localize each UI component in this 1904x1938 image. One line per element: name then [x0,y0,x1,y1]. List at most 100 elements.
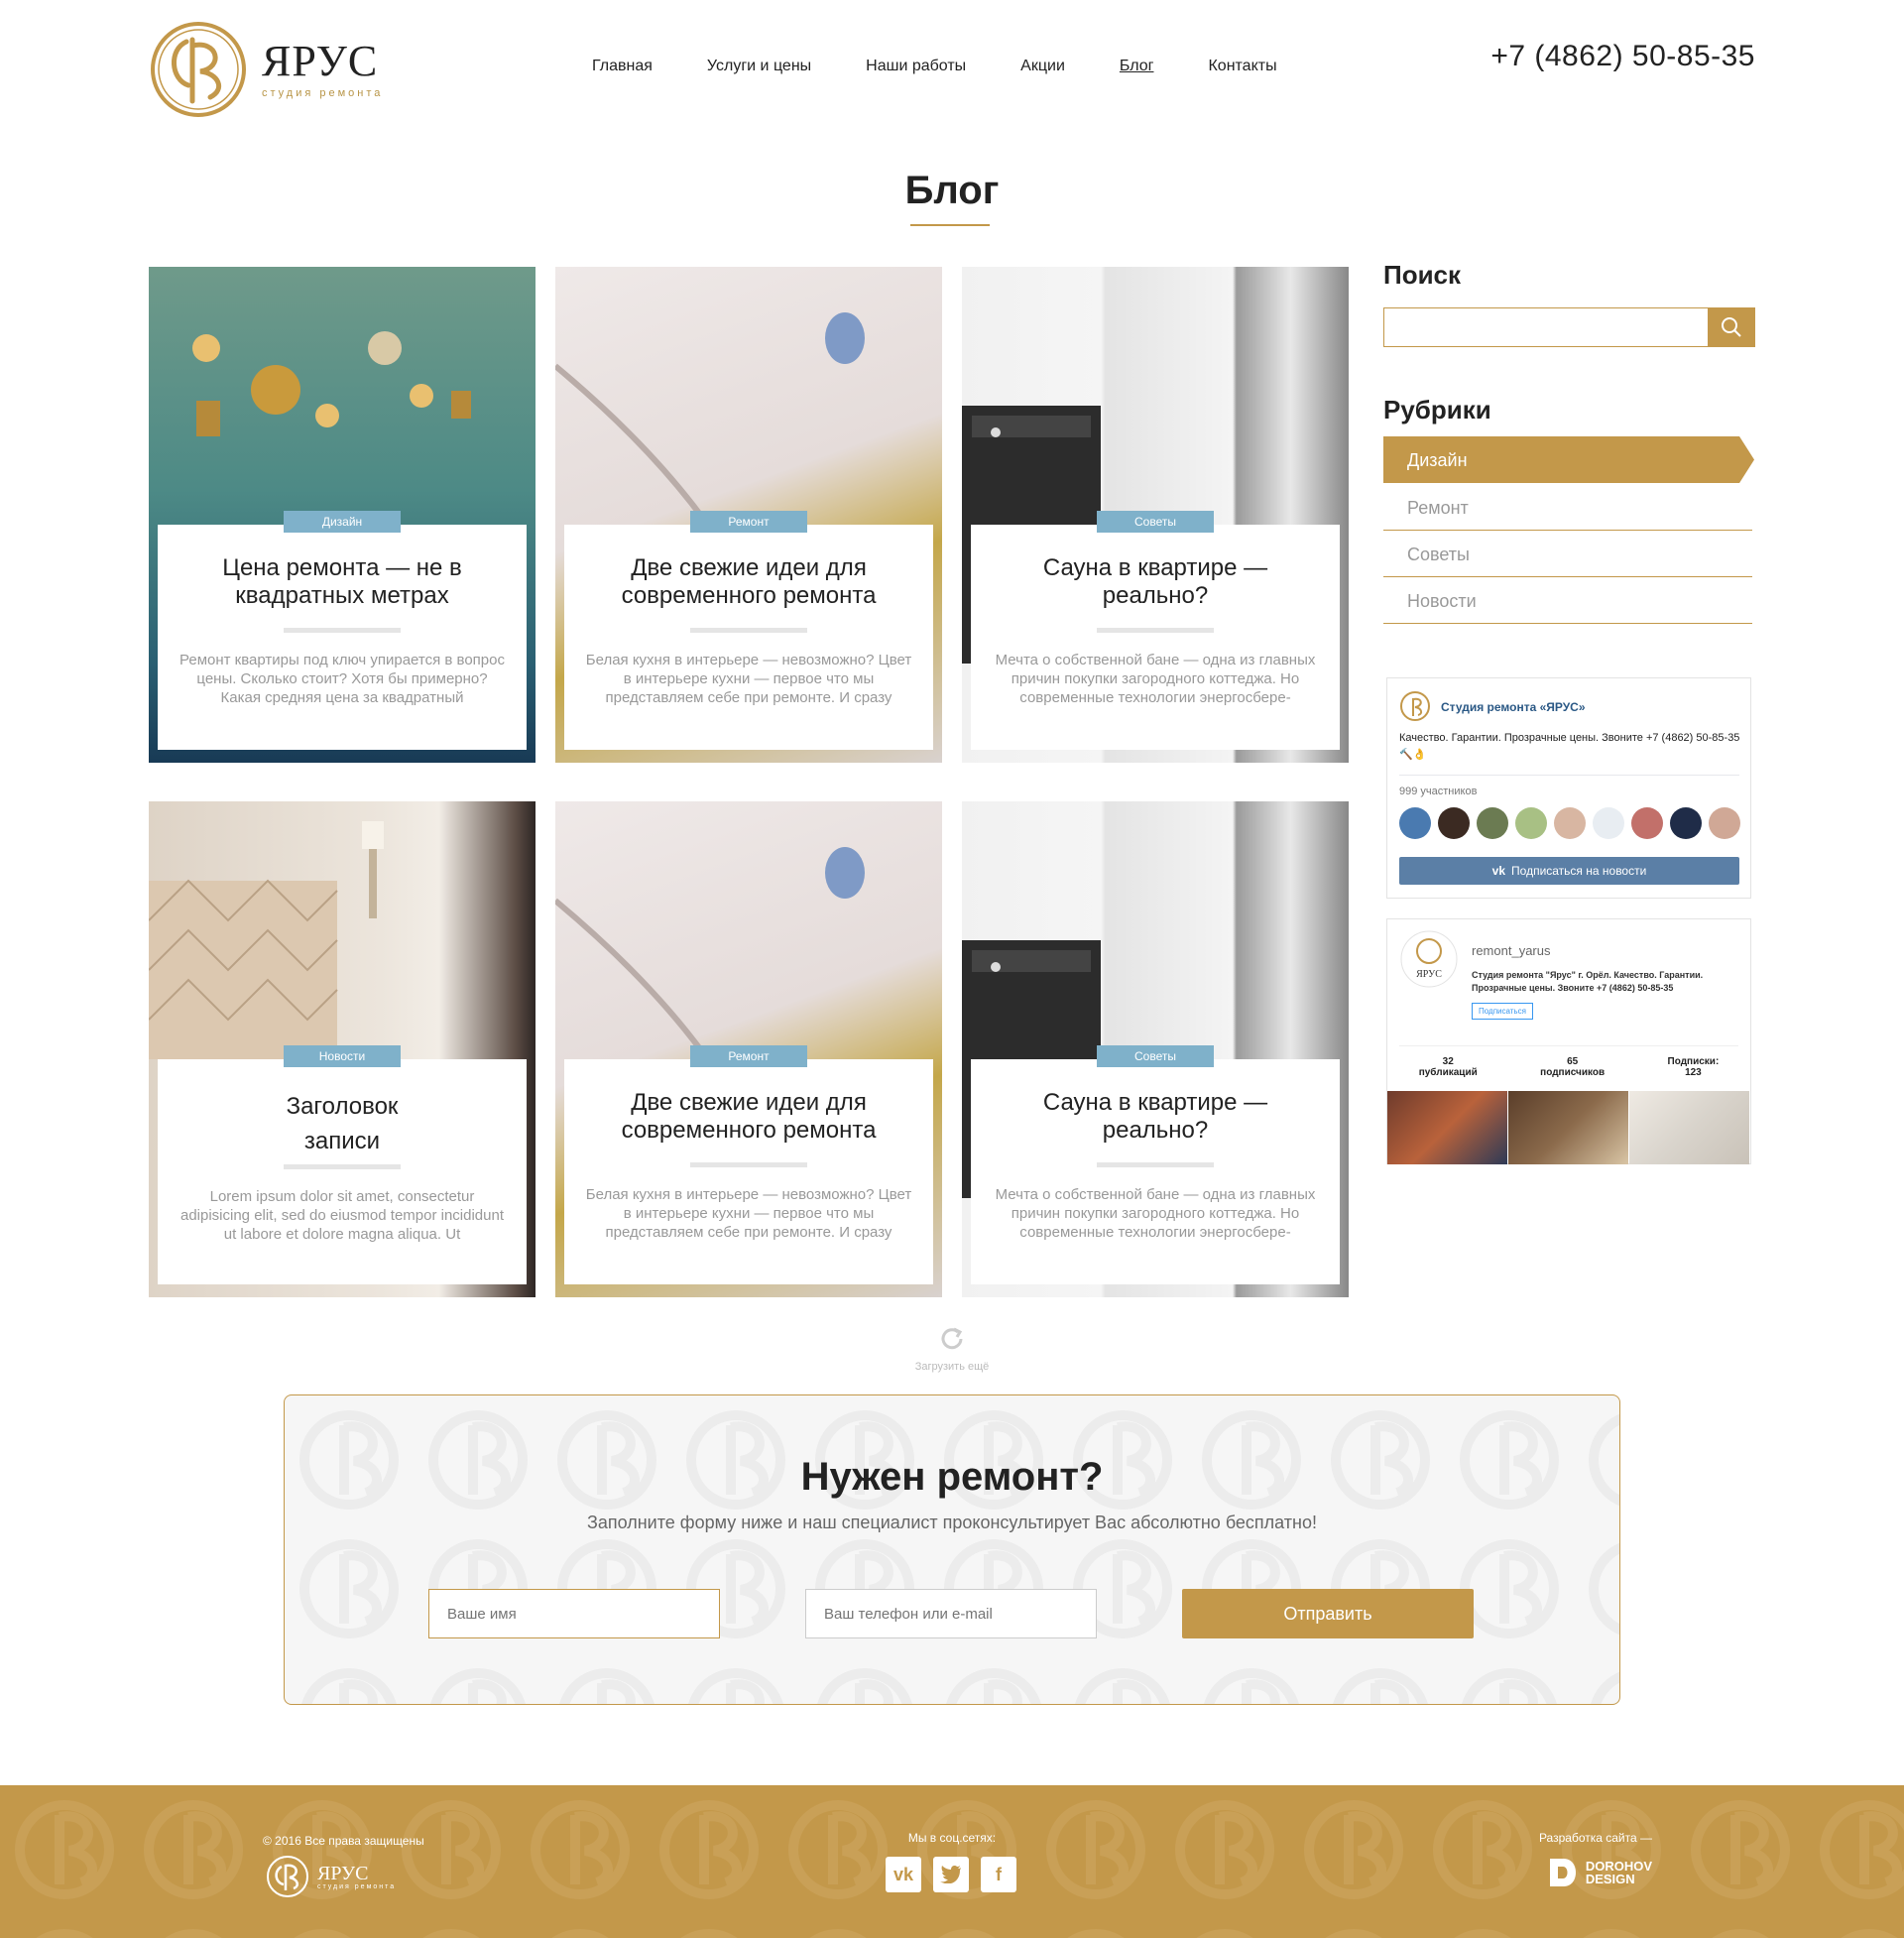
card-body: Советы Сауна в квартире — реально? Мечта… [971,1045,1340,1284]
instagram-photo[interactable] [1508,1091,1628,1164]
avatar[interactable] [1399,807,1431,839]
refresh-icon [941,1327,963,1350]
vk-member-count: 999 участников [1399,786,1478,797]
instagram-photo[interactable] [1629,1091,1749,1164]
ig-stat-following: Подписки: 123 [1667,1056,1720,1078]
card-tag[interactable]: Дизайн [284,511,401,533]
blog-card[interactable]: Ремонт Две свежие идеи для современного … [555,267,942,763]
main-nav: Главная Услуги и цены Наши работы Акции … [592,58,1332,75]
card-title[interactable]: Цена ремонта — не в квадратных метрах [158,554,527,610]
card-excerpt: Белая кухня в интерьере — невозможно? Цв… [585,652,912,706]
card-tag[interactable]: Ремонт [690,511,807,533]
search-button[interactable] [1708,307,1755,347]
vk-subscribe-button[interactable]: vk Подписаться на новости [1399,857,1739,885]
vk-icon[interactable]: vk [886,1857,921,1892]
nav-services[interactable]: Услуги и цены [707,58,811,75]
twitter-icon[interactable] [933,1857,969,1892]
instagram-username[interactable]: remont_yarus [1472,943,1550,958]
community-avatar [1400,691,1430,721]
avatar[interactable] [1593,807,1624,839]
blog-card[interactable]: Дизайн Цена ремонта — не в квадратных ме… [149,267,536,763]
rubric-design[interactable]: Дизайн [1383,436,1754,483]
avatar[interactable] [1709,807,1740,839]
vk-community-title[interactable]: Студия ремонта «ЯРУС» [1441,700,1586,714]
submit-button[interactable]: Отправить [1182,1589,1474,1638]
blog-card[interactable]: Советы Сауна в квартире — реально? Мечта… [962,267,1349,763]
instagram-follow-button[interactable]: Подписаться [1472,1003,1533,1020]
nav-works[interactable]: Наши работы [866,58,966,75]
avatar[interactable] [1477,807,1508,839]
card-title[interactable]: Сауна в квартире — реально? [971,1089,1340,1145]
ig-stat-posts: 32 публикаций [1418,1056,1478,1078]
card-excerpt: Мечта о собственной бане — одна из главн… [995,652,1316,706]
vk-divider [1399,775,1739,776]
search-input[interactable] [1383,307,1709,347]
vk-widget: Студия ремонта «ЯРУС» Качество. Гарантии… [1386,677,1751,899]
instagram-bio: Студия ремонта "Ярус" г. Орёл. Качество.… [1472,970,1704,993]
request-form: Нужен ремонт? Заполните форму ниже и наш… [284,1394,1620,1705]
footer-logo-subtitle: студия ремонта [317,1882,397,1890]
header-phone[interactable]: +7 (4862) 50-85-35 [1490,40,1755,73]
nav-blog[interactable]: Блог [1120,58,1154,75]
load-more-label: Загрузить ещё [914,1361,990,1373]
card-divider [1097,1162,1214,1167]
card-body: Новости Заголовок записи Lorem ipsum dol… [158,1045,527,1284]
instagram-profile-avatar: ЯРУС [1400,930,1458,988]
card-title[interactable]: Заголовок записи [158,1089,527,1158]
avatar[interactable] [1438,807,1470,839]
search-heading: Поиск [1383,260,1462,290]
search-icon [1722,317,1741,337]
avatar[interactable] [1554,807,1586,839]
avatar[interactable] [1515,807,1547,839]
rubric-news[interactable]: Новости [1383,577,1752,624]
page-title: Блог [904,169,1000,212]
logo-name: ЯРУС [262,37,379,85]
nav-promo[interactable]: Акции [1020,58,1065,75]
blog-card[interactable]: Ремонт Две свежие идеи для современного … [555,801,942,1297]
avatar[interactable] [1631,807,1663,839]
instagram-photos [1387,1091,1750,1164]
card-divider [284,1164,401,1169]
vk-member-avatars [1399,807,1747,839]
blog-card[interactable]: Новости Заголовок записи Lorem ipsum dol… [149,801,536,1297]
vk-subscribe-label: Подписаться на новости [1511,864,1647,878]
facebook-icon[interactable]: f [981,1857,1016,1892]
dorohov-logo-icon [1549,1859,1576,1886]
nav-contacts[interactable]: Контакты [1208,58,1276,75]
footer-logo[interactable]: ЯРУС студия ремонта [266,1855,396,1898]
card-excerpt: Lorem ipsum dolor sit amet, consectetur … [179,1188,504,1243]
developer-name-line2: DESIGN [1585,1872,1635,1886]
instagram-stats: 32 публикаций 65 подписчиков Подписки: 123 [1387,1056,1750,1078]
card-title[interactable]: Две свежие идеи для современного ремонта [564,1089,933,1145]
blog-card[interactable]: Советы Сауна в квартире — реально? Мечта… [962,801,1349,1297]
form-subtitle: Заполните форму ниже и наш специалист пр… [586,1513,1317,1532]
footer-logo-emblem-icon [267,1856,308,1897]
card-excerpt: Ремонт квартиры под ключ упирается в воп… [179,652,505,706]
vk-icon: vk [1491,864,1506,878]
card-title[interactable]: Две свежие идеи для современного ремонта [564,554,933,610]
rubric-tips[interactable]: Советы [1383,531,1752,577]
logo-emblem-icon [151,22,246,117]
card-tag[interactable]: Советы [1097,1045,1214,1067]
card-divider [690,1162,807,1167]
load-more-button[interactable]: Загрузить ещё [0,1324,1904,1373]
name-field[interactable] [428,1589,720,1638]
nav-home[interactable]: Главная [592,58,653,75]
svg-text:ЯРУС: ЯРУС [1416,969,1442,980]
card-excerpt: Мечта о собственной бане — одна из главн… [995,1186,1316,1241]
card-tag[interactable]: Ремонт [690,1045,807,1067]
card-tag[interactable]: Новости [284,1045,401,1067]
card-body: Ремонт Две свежие идеи для современного … [564,511,933,750]
card-tag[interactable]: Советы [1097,511,1214,533]
card-title[interactable]: Сауна в квартире — реально? [971,554,1340,610]
card-excerpt: Белая кухня в интерьере — невозможно? Цв… [585,1186,912,1241]
rubric-repair[interactable]: Ремонт [1383,484,1752,531]
developer-logo[interactable]: DOROHOV DESIGN [1548,1857,1652,1888]
contact-field[interactable] [805,1589,1097,1638]
avatar[interactable] [1670,807,1702,839]
title-underline [910,224,990,226]
instagram-photo[interactable] [1387,1091,1507,1164]
logo[interactable]: ЯРУС студия ремонта [149,20,383,119]
footer-logo-name: ЯРУС [317,1862,369,1884]
ig-stat-followers: 65 подписчиков [1540,1056,1606,1078]
